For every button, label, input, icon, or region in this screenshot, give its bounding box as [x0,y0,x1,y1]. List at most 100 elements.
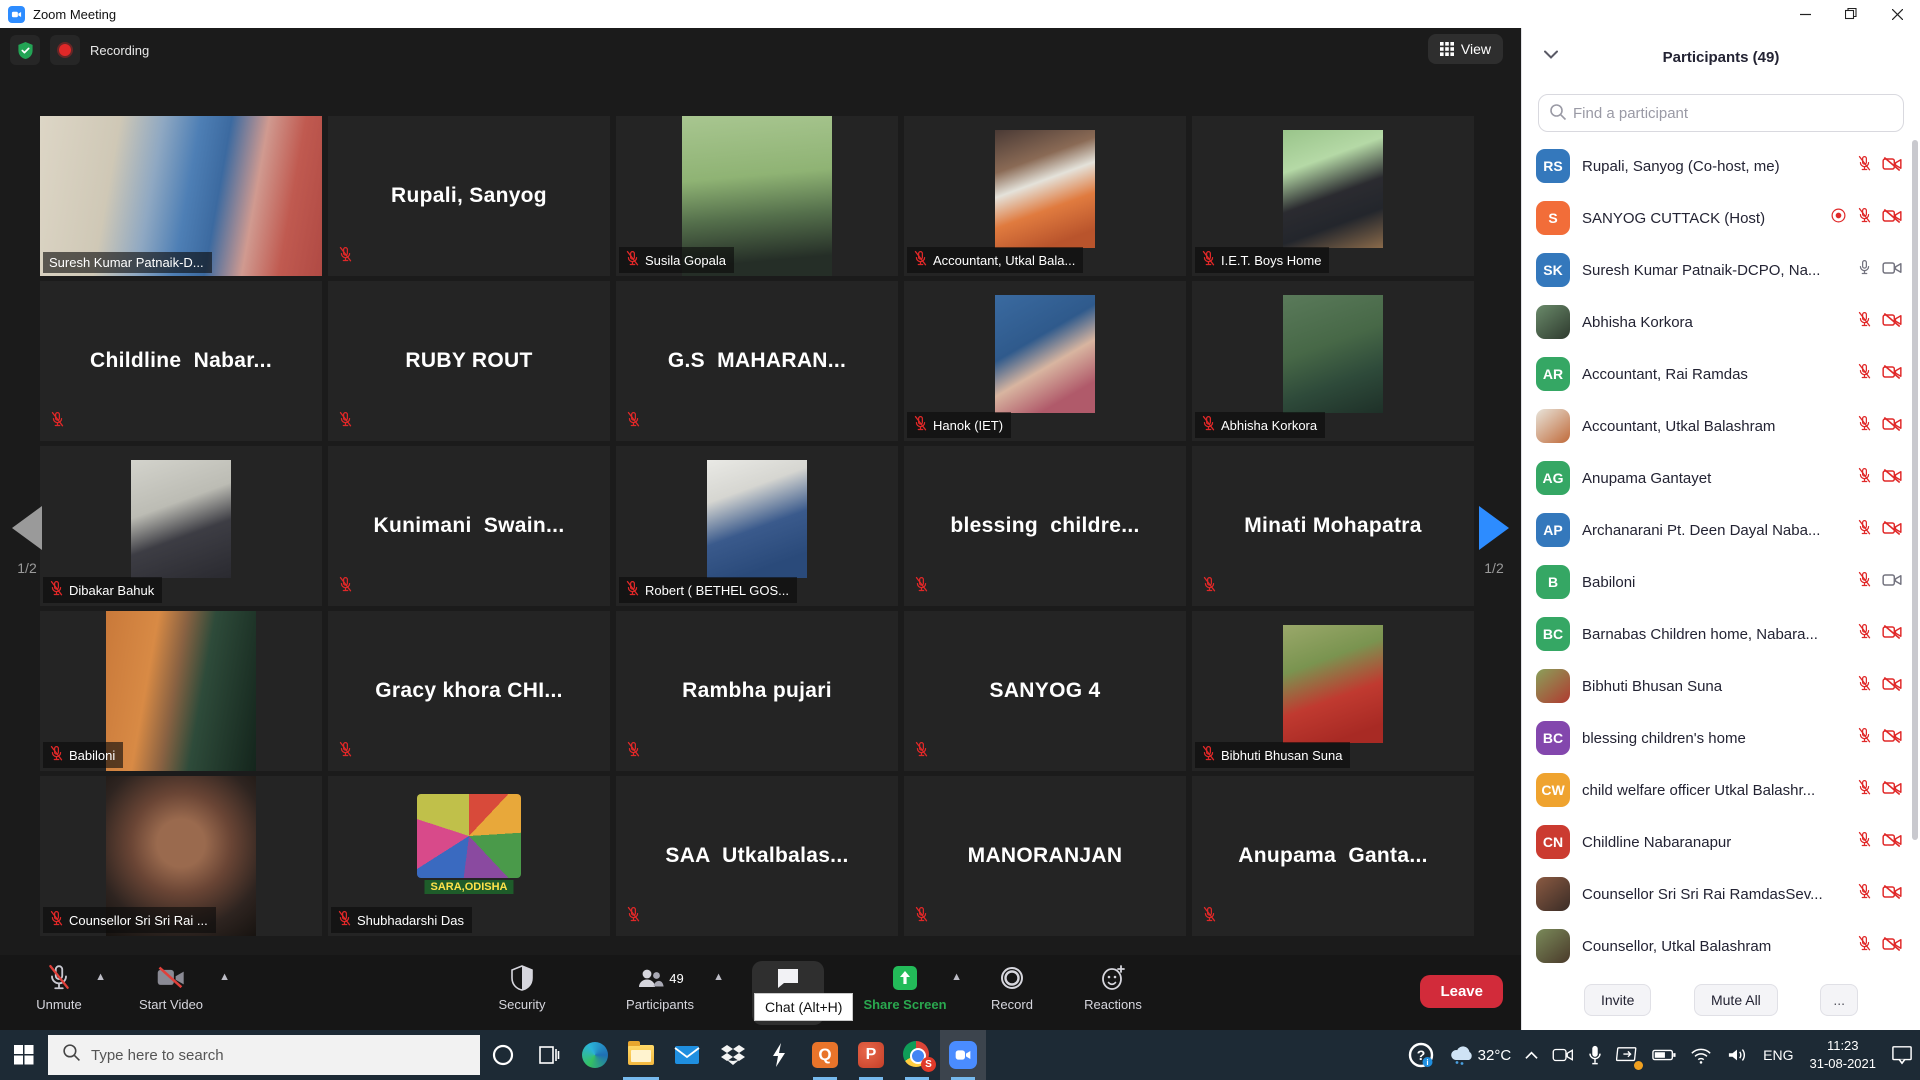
mic-muted-icon[interactable] [1857,935,1872,957]
video-tile[interactable]: Minati Mohapatra [1192,446,1474,606]
taskbar-app-file-explorer[interactable] [618,1030,664,1080]
start-video-button[interactable]: ▲ Start Video [116,961,226,1025]
minimize-button[interactable] [1782,0,1828,28]
mic-muted-icon[interactable] [1857,415,1872,437]
participant-row[interactable]: BCblessing children's home [1522,712,1912,764]
video-tile[interactable]: Counsellor Sri Sri Rai ... [40,776,322,936]
participant-row[interactable]: AGAnupama Gantayet [1522,452,1912,504]
video-tile[interactable]: blessing childre... [904,446,1186,606]
video-tile[interactable]: I.E.T. Boys Home [1192,116,1474,276]
volume-icon[interactable] [1719,1030,1755,1080]
previous-page-arrow-icon[interactable] [12,506,42,550]
taskbar-app-lightning[interactable] [756,1030,802,1080]
video-off-icon[interactable] [1882,416,1902,437]
video-tile[interactable]: Anupama Ganta... [1192,776,1474,936]
video-off-icon[interactable] [1882,468,1902,489]
mic-on-icon[interactable] [1857,259,1872,281]
video-tile[interactable]: Hanok (IET) [904,281,1186,441]
video-tile[interactable]: Robert ( BETHEL GOS... [616,446,898,606]
video-on-icon[interactable] [1882,572,1902,593]
unmute-button[interactable]: ▲ Unmute [16,961,102,1025]
video-off-icon[interactable] [1882,312,1902,333]
video-tile[interactable]: Bibhuti Bhusan Suna [1192,611,1474,771]
participants-scrollbar[interactable] [1912,140,1918,840]
encryption-shield-icon[interactable] [10,35,40,65]
video-off-icon[interactable] [1882,832,1902,853]
panel-collapse-chevron-icon[interactable] [1544,46,1558,64]
taskbar-app-zoom[interactable] [940,1030,986,1080]
mic-muted-icon[interactable] [1857,311,1872,333]
participant-row[interactable]: ARAccountant, Rai Ramdas [1522,348,1912,400]
participant-row[interactable]: Bibhuti Bhusan Suna [1522,660,1912,712]
language-indicator[interactable]: ENG [1755,1047,1801,1063]
grid-page-previous[interactable]: 1/2 [4,506,50,576]
video-off-icon[interactable] [1882,208,1902,229]
mic-muted-icon[interactable] [1857,155,1872,177]
security-button[interactable]: Security [474,961,570,1025]
mic-muted-icon[interactable] [1857,207,1872,229]
video-tile[interactable]: Kunimani Swain... [328,446,610,606]
mic-muted-icon[interactable] [1857,467,1872,489]
taskbar-app-mail[interactable] [664,1030,710,1080]
mic-muted-icon[interactable] [1857,623,1872,645]
participant-row[interactable]: SKSuresh Kumar Patnaik-DCPO, Na... [1522,244,1912,296]
video-on-icon[interactable] [1882,260,1902,281]
video-options-chevron[interactable]: ▲ [219,971,230,983]
clock[interactable]: 11:23 31-08-2021 [1802,1037,1885,1072]
taskbar-app-edge[interactable] [572,1030,618,1080]
video-off-icon[interactable] [1882,676,1902,697]
video-tile[interactable]: SANYOG 4 [904,611,1186,771]
mic-muted-icon[interactable] [1857,779,1872,801]
mic-muted-icon[interactable] [1857,519,1872,541]
video-off-icon[interactable] [1882,780,1902,801]
leave-button[interactable]: Leave [1420,975,1503,1008]
video-tile[interactable]: Dibakar Bahuk [40,446,322,606]
video-tile[interactable]: Babiloni [40,611,322,771]
find-participant-input[interactable] [1538,94,1904,132]
sync-tray-icon[interactable] [1609,1030,1645,1080]
grid-page-next[interactable]: 1/2 [1471,506,1517,576]
video-tile[interactable]: Gracy khora CHI... [328,611,610,771]
mic-muted-icon[interactable] [1857,571,1872,593]
video-tile[interactable]: SAA Utkalbalas... [616,776,898,936]
recording-indicator-icon[interactable] [50,35,80,65]
restore-button[interactable] [1828,0,1874,28]
video-off-icon[interactable] [1882,728,1902,749]
participant-row[interactable]: SSANYOG CUTTACK (Host) [1522,192,1912,244]
weather-widget[interactable]: 32°C [1441,1030,1519,1080]
video-tile[interactable]: MANORANJAN [904,776,1186,936]
view-button[interactable]: View [1428,34,1503,64]
taskbar-search[interactable] [48,1035,480,1075]
video-tile[interactable]: RUBY ROUT [328,281,610,441]
record-button[interactable]: Record [972,961,1052,1025]
close-button[interactable] [1874,0,1920,28]
video-off-icon[interactable] [1882,624,1902,645]
mute-all-button[interactable]: Mute All [1694,984,1778,1016]
mic-muted-icon[interactable] [1857,883,1872,905]
hidden-icons-chevron[interactable] [1518,1030,1545,1080]
video-tile[interactable]: SARA,ODISHA Shubhadarshi Das [328,776,610,936]
mic-muted-icon[interactable] [1857,727,1872,749]
video-tile[interactable]: Susila Gopala [616,116,898,276]
video-off-icon[interactable] [1882,884,1902,905]
camera-in-use-icon[interactable] [1545,1030,1581,1080]
video-off-icon[interactable] [1882,364,1902,385]
share-options-chevron[interactable]: ▲ [951,971,962,983]
participant-row[interactable]: Accountant, Utkal Balashram [1522,400,1912,452]
participant-row[interactable]: APArchanarani Pt. Deen Dayal Naba... [1522,504,1912,556]
next-page-arrow-icon[interactable] [1479,506,1509,550]
taskbar-app-chrome[interactable]: S [894,1030,940,1080]
participants-options-chevron[interactable]: ▲ [713,971,724,983]
battery-icon[interactable] [1645,1030,1683,1080]
taskbar-app-powerpoint[interactable]: P [848,1030,894,1080]
action-center-button[interactable] [1884,1030,1920,1080]
start-button[interactable] [0,1030,48,1080]
taskbar-search-input[interactable] [91,1047,451,1064]
invite-button[interactable]: Invite [1584,984,1651,1016]
participant-row[interactable]: Abhisha Korkora [1522,296,1912,348]
reactions-button[interactable]: Reactions [1066,961,1160,1025]
video-off-icon[interactable] [1882,520,1902,541]
task-view-button[interactable] [526,1030,572,1080]
participant-row[interactable]: BBabiloni [1522,556,1912,608]
help-tray-icon[interactable]: ?i [1401,1030,1441,1080]
